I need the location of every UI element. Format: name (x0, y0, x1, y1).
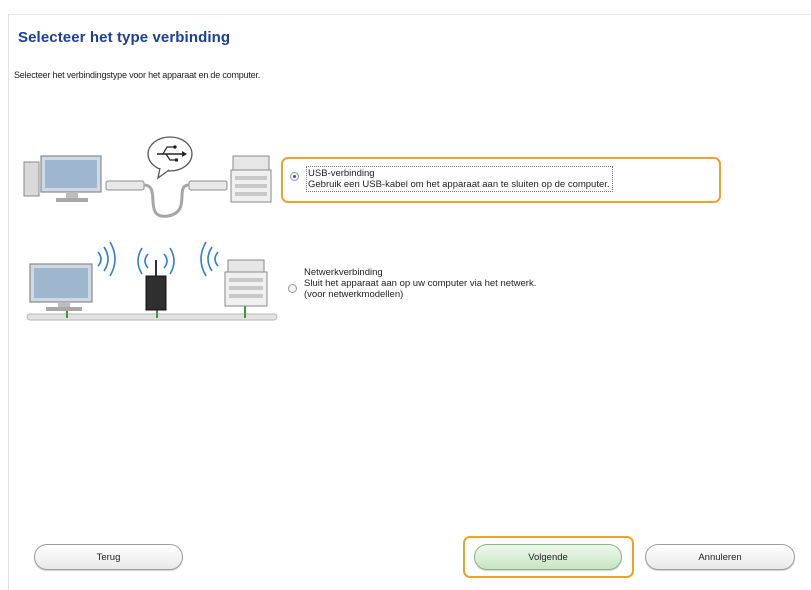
back-button[interactable]: Terug (34, 544, 183, 570)
usb-connection-option[interactable]: USB-verbinding Gebruik een USB-kabel om … (281, 157, 721, 203)
usb-radio-button[interactable] (290, 172, 299, 181)
usb-symbol-icon (147, 136, 193, 180)
network-illustration (22, 232, 282, 327)
usb-illustration (22, 132, 272, 227)
usb-cable-icon (105, 180, 228, 218)
computer-icon (29, 263, 93, 311)
network-option-text: Netwerkverbinding Sluit het apparaat aan… (304, 267, 536, 300)
network-connection-option[interactable]: Netwerkverbinding Sluit het apparaat aan… (288, 267, 536, 300)
usb-option-text: USB-verbinding Gebruik een USB-kabel om … (306, 166, 613, 192)
usb-option-title: USB-verbinding (308, 168, 375, 179)
wifi-wave-icon (97, 241, 116, 277)
computer-icon (23, 155, 102, 202)
next-button[interactable]: Volgende (474, 544, 622, 570)
page-title: Selecteer het type verbinding (18, 29, 231, 46)
page-subtitle: Selecteer het verbindingstype voor het a… (14, 70, 261, 80)
wireless-router-icon (137, 247, 175, 311)
printer-icon (224, 259, 268, 307)
network-radio-button[interactable] (288, 284, 297, 293)
printer-icon (230, 155, 272, 203)
network-option-title: Netwerkverbinding (304, 267, 383, 278)
wifi-wave-icon (200, 241, 219, 277)
network-option-note: (voor netwerkmodellen) (304, 289, 404, 300)
usb-option-description: Gebruik een USB-kabel om het apparaat aa… (308, 179, 610, 190)
cancel-button[interactable]: Annuleren (645, 544, 795, 570)
network-option-description: Sluit het apparaat aan op uw computer vi… (304, 278, 537, 289)
